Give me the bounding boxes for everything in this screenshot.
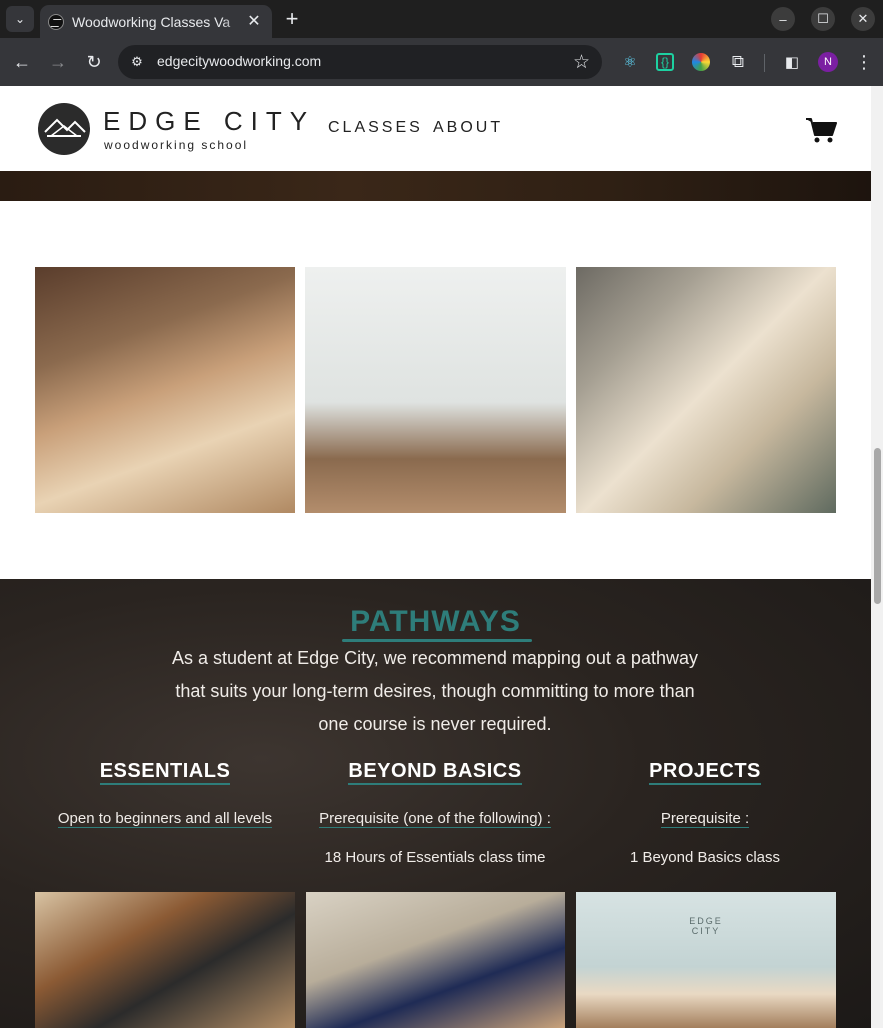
essentials-heading[interactable]: ESSENTIALS [20, 760, 310, 785]
projects-heading-text[interactable]: PROJECTS [649, 760, 761, 785]
page-scrollbar[interactable] [871, 86, 883, 1028]
essentials-link-text[interactable]: Open to beginners and all levels [57, 810, 273, 828]
new-tab-plus-icon[interactable]: + [280, 6, 304, 32]
beyond-basics-prereq-link[interactable]: Prerequisite (one of the following) : [290, 810, 580, 828]
projects-requirement: 1 Beyond Basics class [629, 849, 781, 866]
photo-sign-text: EDGE CITY [689, 916, 723, 936]
essentials-heading-text[interactable]: ESSENTIALS [99, 760, 231, 785]
hero-image-bottom-edge [0, 171, 871, 201]
beyond-basics-heading[interactable]: BEYOND BASICS [290, 760, 580, 785]
address-bar[interactable]: ⚙ edgecitywoodworking.com ☆ [118, 45, 602, 79]
extensions-puzzle-icon[interactable]: ⧉ [728, 52, 748, 72]
projects-prereq-text[interactable]: Prerequisite : [660, 810, 750, 828]
photo-wood-lathe-turning [576, 267, 836, 513]
url-text[interactable]: edgecitywoodworking.com [157, 53, 321, 69]
pathways-title: PATHWAYS [350, 605, 521, 638]
site-favicon-icon [48, 13, 64, 30]
tab-search-chevron-icon[interactable]: ⌄ [6, 6, 34, 32]
page-viewport: EDGE CITY woodworking school CLASSES ABO… [0, 86, 871, 1028]
shopping-cart-icon[interactable] [804, 116, 838, 144]
side-panel-icon[interactable]: ◧ [782, 52, 802, 72]
react-devtools-icon[interactable]: ⚛ [620, 52, 640, 72]
photo-hand-planes-rack [35, 892, 295, 1028]
tab-close-icon[interactable]: ✕ [244, 11, 264, 31]
edge-city-logo-icon[interactable] [37, 102, 91, 156]
color-picker-icon[interactable] [692, 53, 710, 71]
site-header: EDGE CITY woodworking school CLASSES ABO… [0, 86, 871, 171]
photo-wooden-side-table [305, 267, 566, 513]
browser-tabstrip: ⌄ Woodworking Classes Va ✕ + – ☐ ✕ [0, 0, 883, 38]
window-minimize-icon[interactable]: – [771, 7, 795, 31]
toolbar-divider [764, 54, 765, 72]
scrollbar-thumb[interactable] [874, 448, 881, 604]
window-maximize-icon[interactable]: ☐ [811, 7, 835, 31]
essentials-link[interactable]: Open to beginners and all levels [20, 810, 310, 828]
photo-students-at-workbench [306, 892, 565, 1028]
pathways-intro: As a student at Edge City, we recommend … [172, 648, 698, 734]
projects-heading[interactable]: PROJECTS [560, 760, 850, 785]
projects-prereq-link[interactable]: Prerequisite : [560, 810, 850, 828]
reload-icon[interactable]: ↻ [82, 50, 106, 74]
logo-tagline: woodworking school [104, 138, 249, 152]
bookmark-star-icon[interactable]: ☆ [573, 51, 590, 74]
forward-arrow-icon[interactable]: → [46, 50, 70, 74]
beyond-basics-requirement: 18 Hours of Essentials class time [324, 849, 546, 866]
photo-round-tabletop: EDGE CITY [576, 892, 836, 1028]
browser-menu-icon[interactable]: ⋮ [854, 50, 874, 74]
logo-wordmark[interactable]: EDGE CITY [103, 106, 315, 137]
browser-toolbar: ← → ↻ ⚙ edgecitywoodworking.com ☆ ⚛ {} ⧉… [0, 38, 883, 86]
json-viewer-icon[interactable]: {} [656, 53, 674, 71]
beyond-basics-prereq-text[interactable]: Prerequisite (one of the following) : [319, 810, 551, 828]
back-arrow-icon[interactable]: ← [10, 50, 34, 74]
profile-avatar[interactable]: N [818, 52, 838, 72]
site-info-icon[interactable]: ⚙ [128, 53, 146, 71]
browser-tab[interactable]: Woodworking Classes Va ✕ [40, 5, 272, 38]
tab-title: Woodworking Classes Va [72, 13, 231, 30]
window-close-icon[interactable]: ✕ [851, 7, 875, 31]
nav-about-link[interactable]: ABOUT [433, 119, 503, 137]
beyond-basics-heading-text[interactable]: BEYOND BASICS [348, 760, 522, 785]
nav-classes-link[interactable]: CLASSES [328, 119, 423, 137]
photo-hand-saw-cutting [35, 267, 295, 513]
